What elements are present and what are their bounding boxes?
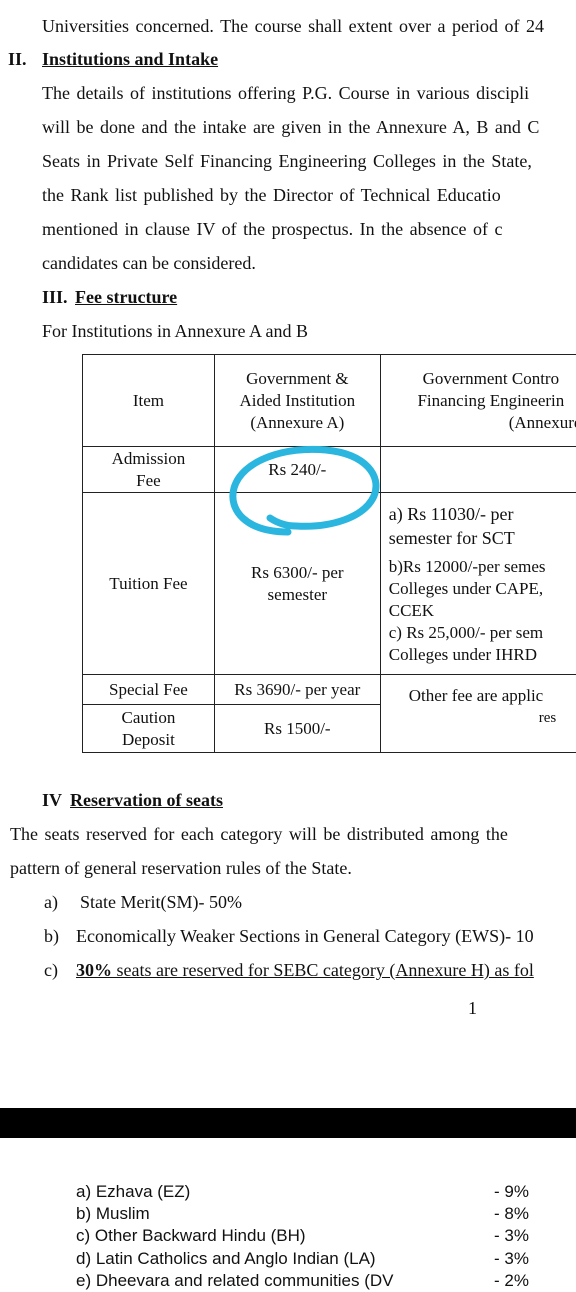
- section4-line: The seats reserved for each category wil…: [10, 823, 508, 845]
- page-separator-bar: [0, 1108, 576, 1138]
- community-percent: - 3%: [494, 1248, 529, 1270]
- tuition-fee-label: Tuition Fee: [83, 493, 215, 675]
- header-line: (Annexure B: [385, 412, 576, 434]
- hand-drawn-circle-annotation: [226, 440, 384, 536]
- section2-number: II.: [8, 48, 27, 70]
- admission-fee-b: [380, 447, 576, 493]
- label-line: Deposit: [87, 729, 210, 751]
- value-line: Colleges under IHRD: [389, 644, 576, 666]
- note-line: Other fee are applic: [385, 685, 576, 707]
- section4-title: Reservation of seats: [70, 789, 223, 811]
- header-line: Government &: [219, 368, 376, 390]
- list-marker: b): [44, 925, 59, 947]
- header-government-aided: Government & Aided Institution (Annexure…: [214, 355, 380, 447]
- value-line: semester for SCT: [389, 526, 576, 550]
- community-percent: - 9%: [494, 1181, 529, 1203]
- special-fee-label: Special Fee: [83, 675, 215, 705]
- value-line: Rs 6300/- per: [219, 562, 376, 584]
- section2-title: Institutions and Intake: [42, 48, 218, 70]
- list-item-text: seats are reserved for SEBC category (An…: [112, 960, 534, 980]
- list-item: 30% seats are reserved for SEBC category…: [76, 959, 534, 981]
- section2-line: will be done and the intake are given in…: [42, 116, 539, 138]
- value-line: a) Rs 11030/- per: [389, 502, 576, 526]
- label-line: Admission: [87, 448, 210, 470]
- header-government-controlled: Government Contro Financing Engineerin (…: [380, 355, 576, 447]
- fee-table: Item Government & Aided Institution (Ann…: [82, 354, 576, 753]
- header-line: (Annexure A): [219, 412, 376, 434]
- list-item: State Merit(SM)- 50%: [80, 891, 242, 913]
- section3-subtitle: For Institutions in Annexure A and B: [42, 320, 308, 342]
- community-item: c) Other Backward Hindu (BH): [76, 1225, 306, 1247]
- community-item: d) Latin Catholics and Anglo Indian (LA): [76, 1248, 376, 1270]
- header-line: Financing Engineerin: [385, 390, 576, 412]
- section3-title: Fee structure: [75, 286, 177, 308]
- header-line: Aided Institution: [219, 390, 376, 412]
- table-header-row: Item Government & Aided Institution (Ann…: [83, 355, 576, 447]
- other-fee-note: Other fee are applic res: [380, 675, 576, 753]
- label-line: Caution: [87, 707, 210, 729]
- list-marker: c): [44, 959, 58, 981]
- list-marker: a): [44, 891, 58, 913]
- section2-line: the Rank list published by the Director …: [42, 184, 501, 206]
- value-line: c) Rs 25,000/- per sem: [389, 622, 576, 644]
- section2-line: candidates can be considered.: [42, 252, 256, 274]
- section2-line: The details of institutions offering P.G…: [42, 82, 529, 104]
- caution-deposit-value: Rs 1500/-: [214, 705, 380, 753]
- section4-line: pattern of general reservation rules of …: [10, 857, 352, 879]
- community-percent: - 3%: [494, 1225, 529, 1247]
- page-number: 1: [468, 997, 477, 1019]
- header-item: Item: [83, 355, 215, 447]
- value-line: b)Rs 12000/-per semes: [389, 556, 576, 578]
- section2-line: mentioned in clause IV of the prospectus…: [42, 218, 503, 240]
- community-item: b) Muslim: [76, 1203, 150, 1225]
- header-line: Government Contro: [385, 368, 576, 390]
- value-line: semester: [219, 584, 376, 606]
- value-line: CCEK: [389, 600, 576, 622]
- community-item: a) Ezhava (EZ): [76, 1181, 190, 1203]
- section3-number: III.: [42, 286, 68, 308]
- community-percent: - 2%: [494, 1270, 529, 1292]
- section4-number: IV: [42, 789, 62, 811]
- community-item: e) Dheevara and related communities (DV: [76, 1270, 393, 1292]
- community-percent: - 8%: [494, 1203, 529, 1225]
- admission-fee-label: Admission Fee: [83, 447, 215, 493]
- caution-deposit-label: Caution Deposit: [83, 705, 215, 753]
- bold-percent: 30%: [76, 960, 112, 980]
- note-line: res: [385, 707, 576, 729]
- table-row: Special Fee Rs 3690/- per year Other fee…: [83, 675, 576, 705]
- value-line: Colleges under CAPE,: [389, 578, 576, 600]
- special-fee-value: Rs 3690/- per year: [214, 675, 380, 705]
- section2-line: Seats in Private Self Financing Engineer…: [42, 150, 532, 172]
- list-item: Economically Weaker Sections in General …: [76, 925, 534, 947]
- label-line: Fee: [87, 470, 210, 492]
- intro-line: Universities concerned. The course shall…: [42, 15, 544, 37]
- tuition-fee-b: a) Rs 11030/- per semester for SCT b)Rs …: [380, 493, 576, 675]
